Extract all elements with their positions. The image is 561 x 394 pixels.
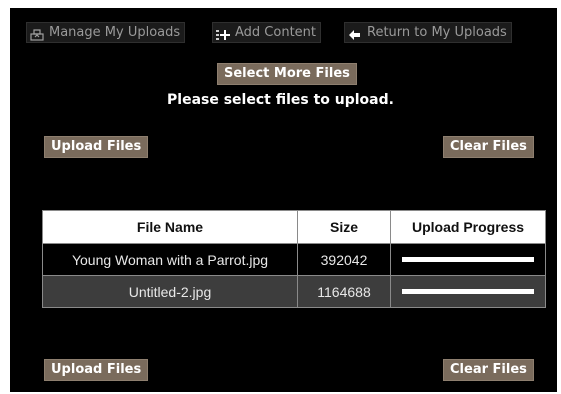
file-size-cell: 392042 xyxy=(297,243,391,276)
clear-files-button-top[interactable]: Clear Files xyxy=(443,136,534,158)
arrow-left-icon xyxy=(348,27,362,40)
manage-uploads-button[interactable]: Manage My Uploads xyxy=(26,22,186,43)
clear-files-button-bottom[interactable]: Clear Files xyxy=(443,359,534,381)
add-content-icon xyxy=(216,27,230,40)
page-frame: Manage My Uploads Add Content Return to … xyxy=(0,0,561,394)
upload-progress-fill xyxy=(402,257,534,262)
file-name-cell: Untitled-2.jpg xyxy=(42,275,298,308)
return-to-uploads-button[interactable]: Return to My Uploads xyxy=(344,22,512,43)
return-to-uploads-label: Return to My Uploads xyxy=(367,25,507,40)
manage-uploads-icon xyxy=(30,27,44,41)
add-content-button[interactable]: Add Content xyxy=(212,22,322,43)
table-header-row: File Name Size Upload Progress xyxy=(42,210,546,244)
top-toolbar: Manage My Uploads Add Content Return to … xyxy=(10,8,557,50)
upload-progress-fill xyxy=(402,289,534,294)
column-header-size: Size xyxy=(297,210,391,244)
column-header-file-name: File Name xyxy=(42,210,298,244)
upload-progress-bar xyxy=(402,257,534,262)
upload-instruction: Please select files to upload. xyxy=(167,92,394,108)
file-name-cell: Young Woman with a Parrot.jpg xyxy=(42,243,298,276)
upload-files-button-bottom[interactable]: Upload Files xyxy=(44,359,149,381)
upload-progress-cell xyxy=(390,275,546,308)
column-header-upload-progress: Upload Progress xyxy=(390,210,546,244)
table-row: Untitled-2.jpg 1164688 xyxy=(42,275,546,308)
file-table: File Name Size Upload Progress Young Wom… xyxy=(42,210,546,308)
manage-uploads-label: Manage My Uploads xyxy=(49,25,181,40)
upload-progress-bar xyxy=(402,289,534,294)
upload-files-button-top[interactable]: Upload Files xyxy=(44,136,149,158)
table-row: Young Woman with a Parrot.jpg 392042 xyxy=(42,243,546,276)
upload-progress-cell xyxy=(390,243,546,276)
add-content-label: Add Content xyxy=(235,25,317,40)
select-more-files-button[interactable]: Select More Files xyxy=(217,63,357,85)
file-size-cell: 1164688 xyxy=(297,275,391,308)
